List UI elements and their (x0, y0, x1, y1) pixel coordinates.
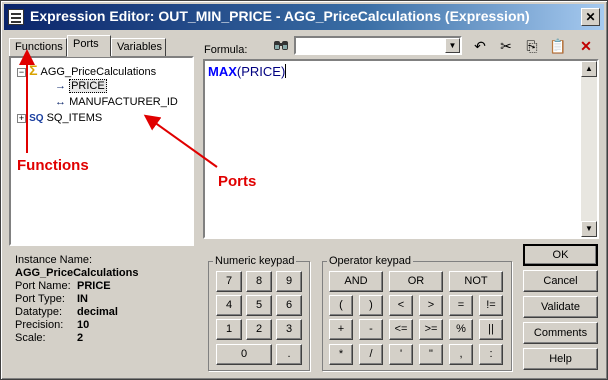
tree-node-root[interactable]: − Σ AGG_PriceCalculations (17, 62, 156, 78)
operator-keypad-legend: Operator keypad (329, 255, 411, 267)
key-9[interactable]: 9 (276, 271, 302, 292)
window-title: Expression Editor: OUT_MIN_PRICE - AGG_P… (30, 8, 530, 24)
key-colon[interactable]: : (479, 344, 503, 365)
ok-button[interactable]: OK (523, 244, 598, 266)
key-decimal[interactable]: . (276, 344, 302, 365)
tree-node-manufacturer-id[interactable]: ↔ MANUFACTURER_ID (55, 94, 178, 110)
key-not[interactable]: NOT (449, 271, 503, 292)
info-value: PRICE (77, 280, 111, 292)
info-key: Scale: (15, 332, 46, 344)
formula-args: (PRICE) (236, 64, 286, 79)
tree-node-price[interactable]: → PRICE (55, 78, 107, 94)
tree-child-label: PRICE (69, 79, 107, 93)
port-info: Instance Name: AGG_PriceCalculations Por… (15, 254, 195, 345)
key-minus[interactable]: - (359, 319, 383, 340)
title-bar: Expression Editor: OUT_MIN_PRICE - AGG_P… (4, 4, 604, 30)
cancel-button[interactable]: Cancel (523, 270, 598, 292)
inout-port-icon: ↔ (55, 96, 66, 108)
help-button[interactable]: Help (523, 348, 598, 370)
expression-editor-window: Expression Editor: OUT_MIN_PRICE - AGG_P… (0, 0, 608, 380)
copy-icon[interactable]: ⎘ (521, 36, 543, 56)
key-less-than[interactable]: < (389, 295, 413, 316)
key-less-equal[interactable]: <= (389, 319, 413, 340)
undo-icon[interactable]: ↶ (469, 36, 491, 56)
info-value: 2 (77, 332, 84, 344)
key-greater-equal[interactable]: >= (419, 319, 443, 340)
info-value: IN (77, 293, 88, 305)
editor-scrollbar[interactable]: ▲ ▼ (581, 61, 597, 237)
info-key: Port Type: (15, 293, 65, 305)
cut-icon[interactable]: ✂ (495, 36, 517, 56)
app-icon (8, 9, 24, 25)
expand-icon[interactable]: + (17, 113, 26, 123)
tree-child-label: MANUFACTURER_ID (69, 96, 178, 108)
key-and[interactable]: AND (329, 271, 383, 292)
key-close-paren[interactable]: ) (359, 295, 383, 316)
key-multiply[interactable]: * (329, 344, 353, 365)
info-key: Port Name: (15, 280, 71, 292)
text-caret (285, 64, 287, 78)
info-key: Precision: (15, 319, 64, 331)
annotation-functions: Functions (17, 157, 89, 174)
key-open-paren[interactable]: ( (329, 295, 353, 316)
tree-node-sq-items[interactable]: + SQ SQ_ITEMS (17, 110, 102, 126)
key-7[interactable]: 7 (216, 271, 242, 292)
key-equals[interactable]: = (449, 295, 473, 316)
collapse-icon[interactable]: − (17, 67, 26, 77)
formula-text: MAX(PRICE) (208, 64, 287, 79)
formula-label: Formula: (204, 44, 248, 56)
source-qualifier-icon: SQ (29, 113, 44, 124)
tab-functions[interactable]: Functions (9, 38, 67, 57)
key-comma[interactable]: , (449, 344, 473, 365)
key-divide[interactable]: / (359, 344, 383, 365)
formula-editor[interactable]: MAX(PRICE) ▲ ▼ (203, 59, 599, 239)
info-key: Datatype: (15, 306, 63, 318)
paste-icon[interactable]: 📋 (547, 36, 569, 56)
key-or[interactable]: OR (389, 271, 443, 292)
scroll-down-icon[interactable]: ▼ (581, 221, 597, 237)
key-3[interactable]: 3 (276, 319, 302, 340)
key-5[interactable]: 5 (246, 295, 272, 316)
info-value: decimal (77, 306, 118, 318)
key-double-quote[interactable]: " (419, 344, 443, 365)
formula-function: MAX (208, 64, 237, 79)
key-1[interactable]: 1 (216, 319, 242, 340)
key-0[interactable]: 0 (216, 344, 272, 365)
input-port-icon: → (55, 80, 66, 92)
info-value: 10 (77, 319, 90, 331)
tree-root-label: AGG_PriceCalculations (40, 66, 157, 78)
close-window-button[interactable]: ✕ (581, 8, 600, 26)
key-not-equals[interactable]: != (479, 295, 503, 316)
aggregator-icon: Σ (29, 62, 38, 78)
chevron-down-icon[interactable]: ▼ (445, 38, 460, 53)
instance-label: Instance Name: (15, 254, 93, 266)
delete-icon[interactable]: ✕ (575, 36, 597, 56)
comments-button[interactable]: Comments (523, 322, 598, 344)
key-8[interactable]: 8 (246, 271, 272, 292)
annotation-ports: Ports (218, 173, 257, 190)
find-icon[interactable] (272, 38, 290, 54)
tab-ports[interactable]: Ports (67, 35, 111, 57)
numeric-keypad-legend: Numeric keypad (215, 255, 295, 267)
scroll-up-icon[interactable]: ▲ (581, 61, 597, 77)
key-plus[interactable]: + (329, 319, 353, 340)
ports-tree[interactable]: − Σ AGG_PriceCalculations → PRICE ↔ MANU… (9, 56, 194, 246)
tab-variables[interactable]: Variables (111, 38, 166, 57)
key-greater-than[interactable]: > (419, 295, 443, 316)
key-2[interactable]: 2 (246, 319, 272, 340)
key-percent[interactable]: % (449, 319, 473, 340)
tree-sibling-label: SQ_ITEMS (46, 112, 103, 124)
instance-value: AGG_PriceCalculations (15, 267, 139, 279)
key-single-quote[interactable]: ' (389, 344, 413, 365)
key-concat[interactable]: || (479, 319, 503, 340)
validate-button[interactable]: Validate (523, 296, 598, 318)
key-6[interactable]: 6 (276, 295, 302, 316)
find-combobox[interactable]: ▼ (294, 36, 462, 55)
key-4[interactable]: 4 (216, 295, 242, 316)
